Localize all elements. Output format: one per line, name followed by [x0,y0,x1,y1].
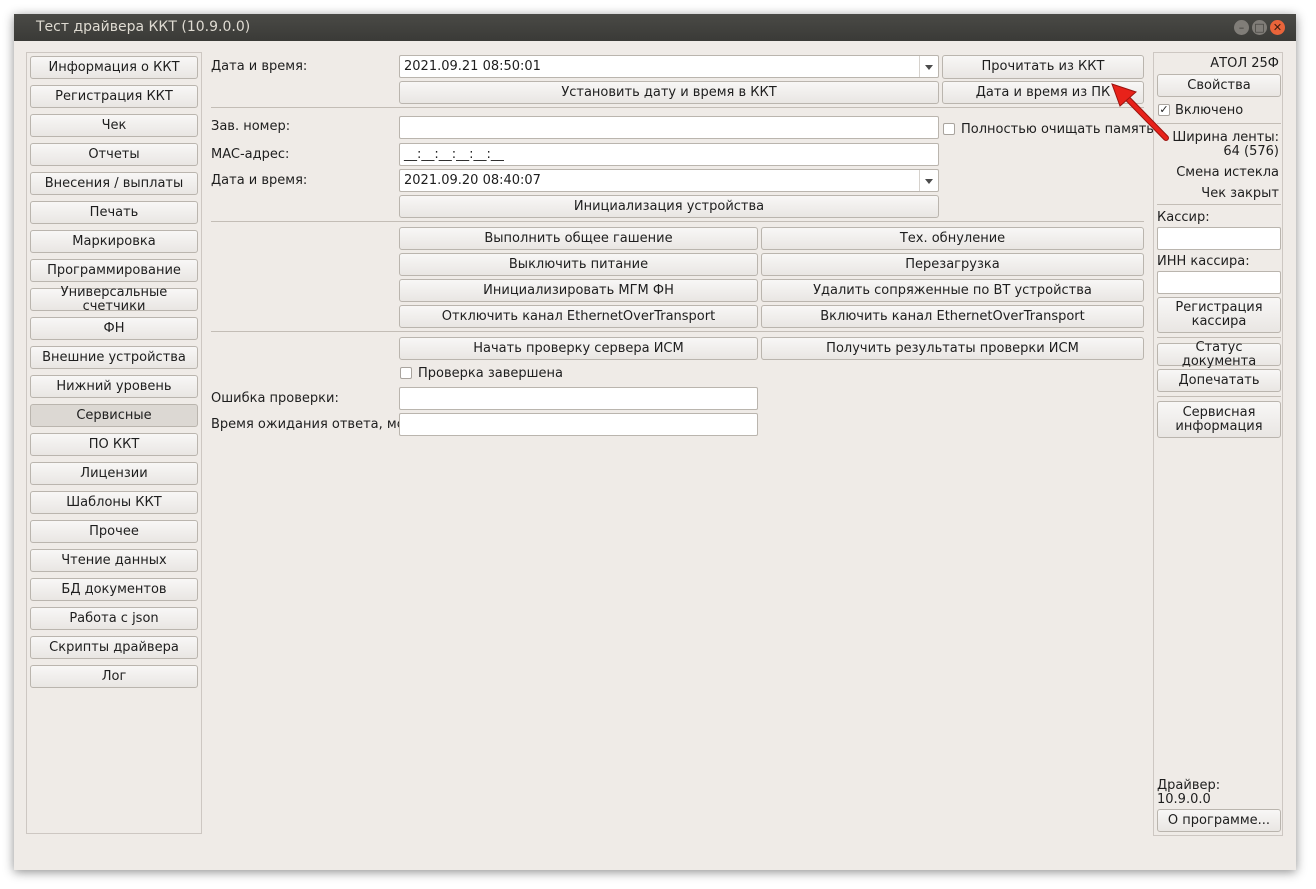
tape-width-label: Ширина ленты: [1172,130,1279,145]
disable-eot-button[interactable]: Отключить канал EthernetOverTransport [399,305,758,328]
sidebar-item[interactable]: Сервисные [30,404,198,427]
remove-bt-button[interactable]: Удалить сопряженные по BT устройства [761,279,1144,302]
init-mgm-button[interactable]: Инициализировать МГМ ФН [399,279,758,302]
datetime-combo[interactable]: 2021.09.21 08:50:01 [399,55,939,78]
datetime-value: 2021.09.21 08:50:01 [404,59,541,74]
sidebar-item[interactable]: Лицензии [30,462,198,485]
init-datetime-value: 2021.09.20 08:40:07 [404,173,541,188]
cashier-inn-label: ИНН кассира: [1157,254,1250,269]
maximize-icon[interactable]: □ [1252,20,1267,35]
sidebar-item[interactable]: Регистрация ККТ [30,85,198,108]
sidebar-item[interactable]: Универсальные счетчики [30,285,198,313]
sidebar-item[interactable]: Информация о ККТ [30,56,198,79]
enable-eot-button[interactable]: Включить канал EthernetOverTransport [761,305,1144,328]
sidebar-item[interactable]: Прочее [30,520,198,543]
init-device-button[interactable]: Инициализация устройства [399,195,939,218]
sidebar-item[interactable]: Внешние устройства [30,346,198,369]
check-done-checkbox[interactable] [400,367,412,379]
set-datetime-button[interactable]: Установить дату и время в ККТ [399,81,939,104]
mac-input[interactable]: __:__:__:__:__:__ [399,143,939,166]
sidebar-item[interactable]: ПО ККТ [30,433,198,456]
right-panel: АТОЛ 25Ф Свойства ✓ Включено Ширина лент… [1153,52,1283,836]
sidebar-item[interactable]: Печать [30,201,198,224]
tech-reset-button[interactable]: Тех. обнуление [761,227,1144,250]
sidebar: Информация о ККТ Регистрация ККТ Чек Отчеты… [26,52,202,834]
read-from-kkt-button[interactable]: Прочитать из ККТ [942,55,1144,79]
register-cashier-button[interactable]: Регистрация кассира [1157,297,1281,333]
timeout-label: Время ожидания ответа, мс: [211,417,409,432]
clear-memory-checkbox[interactable] [943,123,955,135]
general-reset-button[interactable]: Выполнить общее гашение [399,227,758,250]
divider [1157,337,1281,338]
sidebar-item[interactable]: Чтение данных [30,549,198,572]
get-ism-results-button[interactable]: Получить результаты проверки ИСМ [761,337,1144,360]
serial-label: Зав. номер: [211,119,291,134]
model-name: АТОЛ 25Ф [1210,56,1279,71]
serial-input[interactable] [399,116,939,139]
timeout-input[interactable] [399,413,758,436]
init-datetime-combo[interactable]: 2021.09.20 08:40:07 [399,169,939,192]
divider [1157,396,1281,397]
window-title: Тест драйвера ККТ (10.9.0.0) [36,19,251,35]
receipt-status: Чек закрыт [1201,186,1279,201]
init-datetime-label: Дата и время: [211,173,308,188]
enabled-label: Включено [1175,103,1244,118]
shift-status: Смена истекла [1176,165,1279,180]
cashier-label: Кассир: [1157,210,1210,225]
datetime-label: Дата и время: [211,59,308,74]
driver-version: 10.9.0.0 [1157,792,1211,807]
sidebar-item[interactable]: ФН [30,317,198,340]
mac-label: MAC-адрес: [211,147,290,162]
service-info-button[interactable]: Сервисная информация [1157,401,1281,438]
sidebar-item[interactable]: Шаблоны ККТ [30,491,198,514]
cashier-input[interactable] [1157,227,1281,250]
title-bar[interactable]: Тест драйвера ККТ (10.9.0.0) – □ ✕ [14,14,1296,41]
chevron-down-icon[interactable] [919,170,938,191]
sidebar-item[interactable]: Внесения / выплаты [30,172,198,195]
driver-label: Драйвер: [1157,778,1221,793]
about-button[interactable]: О программе... [1157,809,1281,832]
power-off-button[interactable]: Выключить питание [399,253,758,276]
sidebar-item[interactable]: Маркировка [30,230,198,253]
sidebar-item[interactable]: Чек [30,114,198,137]
sidebar-item[interactable]: Скрипты драйвера [30,636,198,659]
check-done-label: Проверка завершена [418,366,563,381]
chevron-down-icon[interactable] [919,56,938,77]
sidebar-item[interactable]: Отчеты [30,143,198,166]
reboot-button[interactable]: Перезагрузка [761,253,1144,276]
divider [211,331,1144,332]
sidebar-item[interactable]: Программирование [30,259,198,282]
red-arrow-icon [1111,83,1169,141]
sidebar-item[interactable]: БД документов [30,578,198,601]
divider [1157,204,1281,205]
check-error-label: Ошибка проверки: [211,391,339,406]
tape-width-value: 64 (576) [1223,144,1279,159]
close-icon[interactable]: ✕ [1270,20,1285,35]
sidebar-item[interactable]: Нижний уровень [30,375,198,398]
doc-status-button[interactable]: Статус документа [1157,340,1281,368]
sidebar-item[interactable]: Лог [30,665,198,688]
divider [211,221,1144,222]
start-ism-check-button[interactable]: Начать проверку сервера ИСМ [399,337,758,360]
cashier-inn-input[interactable] [1157,271,1281,294]
sidebar-item[interactable]: Работа с json [30,607,198,630]
divider [211,107,1144,108]
minimize-icon[interactable]: – [1234,20,1249,35]
check-error-input[interactable] [399,387,758,410]
reprint-button[interactable]: Допечатать [1157,369,1281,392]
